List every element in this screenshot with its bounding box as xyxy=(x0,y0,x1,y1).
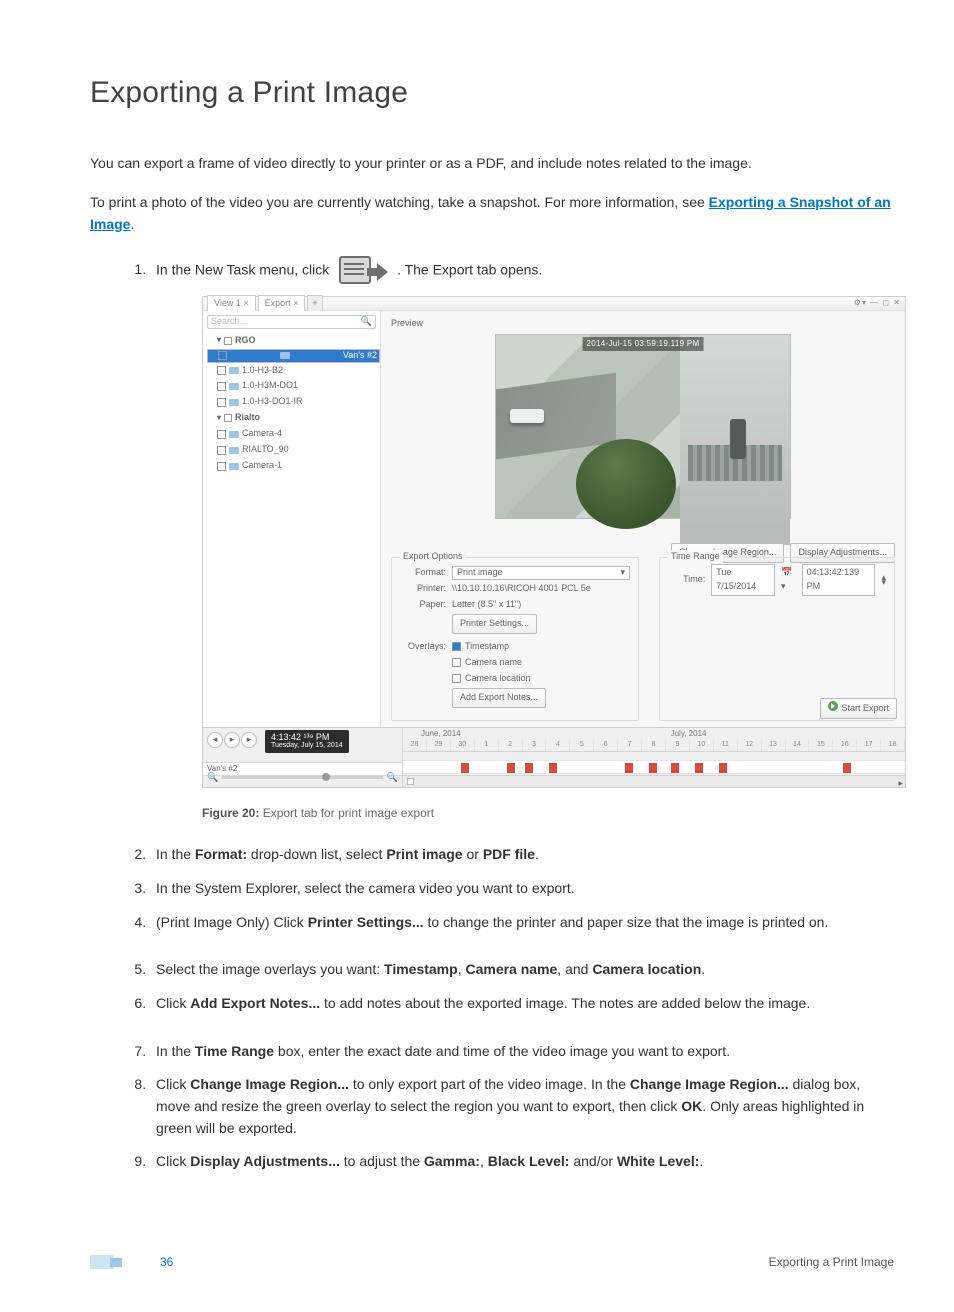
overlay-cameraloc-checkbox[interactable] xyxy=(452,674,461,683)
time-range-group: Time Range Time: Tue 7/15/2014 📅▾ 04:13:… xyxy=(659,557,895,721)
page-number: 36 xyxy=(160,1253,173,1272)
tab-view1[interactable]: View 1 × xyxy=(207,295,256,312)
step-3: In the System Explorer, select the camer… xyxy=(150,878,894,900)
time-stepper[interactable]: ▴▾ xyxy=(881,575,886,586)
timestamp-overlay: 2014-Jul-15 03:59:19.119 PM xyxy=(583,337,704,351)
video-preview: 2014-Jul-15 03:59:19.119 PM xyxy=(495,334,791,520)
camera-10h3mdo1[interactable]: 1.0-H3M-DO1 xyxy=(207,378,380,394)
paper-value: Letter (8.5" x 11") xyxy=(452,598,521,612)
export-options-group: Export Options Format: Print image▾ Prin… xyxy=(391,557,639,721)
calendar-icon[interactable]: 📅▾ xyxy=(781,566,796,594)
step-2: In the Format: drop-down list, select Pr… xyxy=(150,844,894,866)
step-7: In the Time Range box, enter the exact d… xyxy=(150,1041,894,1063)
chevron-down-icon: ▾ xyxy=(620,566,625,580)
playback-play-button[interactable]: ▸ xyxy=(224,732,240,748)
step-9: Click Display Adjustments... to adjust t… xyxy=(150,1151,894,1173)
playback-next-button[interactable]: ▸ xyxy=(241,732,257,748)
overlay-cameraname-checkbox[interactable] xyxy=(452,658,461,667)
figure-caption: Figure 20: Export tab for print image ex… xyxy=(202,804,894,823)
window-tab-bar: View 1 × Export × + ⚙▾ — ◻ ✕ xyxy=(203,297,905,311)
timeline-events-lane[interactable] xyxy=(403,760,905,774)
timeline-month-june: June, 2014 xyxy=(421,728,461,740)
start-export-button[interactable]: Start Export xyxy=(820,698,897,719)
preview-label: Preview xyxy=(391,317,895,331)
intro-paragraph-1: You can export a frame of video directly… xyxy=(90,153,894,175)
printer-settings-button[interactable]: Printer Settings... xyxy=(452,614,537,634)
add-export-notes-button[interactable]: Add Export Notes... xyxy=(452,688,546,708)
camera-10h3do1ir[interactable]: 1.0-H3-DO1-IR xyxy=(207,394,380,410)
zoom-out-icon: 🔍 xyxy=(207,771,218,785)
export-main-panel: Preview 2014-Jul-15 03:59:19.119 PM Chan… xyxy=(381,311,905,727)
timeline-scrollbar[interactable]: ▸ xyxy=(403,775,905,787)
step-4: (Print Image Only) Click Printer Setting… xyxy=(150,912,894,934)
timeline-month-july: July, 2014 xyxy=(671,728,707,740)
export-tab-screenshot: View 1 × Export × + ⚙▾ — ◻ ✕ Search…🔍 RG… xyxy=(202,296,906,788)
scroll-right-icon: ▸ xyxy=(898,777,903,791)
step-1: In the New Task menu, click . The Export… xyxy=(150,254,894,823)
time-date-field[interactable]: Tue 7/15/2014 xyxy=(711,564,775,596)
playback-prev-button[interactable]: ◂ xyxy=(207,732,223,748)
tab-export[interactable]: Export × xyxy=(258,295,306,312)
tab-add[interactable]: + xyxy=(307,295,322,312)
step-8: Click Change Image Region... to only exp… xyxy=(150,1074,894,1139)
camera-10h3b2[interactable]: 1.0-H3-B2 xyxy=(207,363,380,379)
export-task-icon xyxy=(337,254,389,288)
page-title: Exporting a Print Image xyxy=(90,70,894,117)
format-select[interactable]: Print image▾ xyxy=(452,566,630,580)
camera-vans2[interactable]: Van's #2 xyxy=(207,349,380,363)
procedure-steps: In the New Task menu, click . The Export… xyxy=(90,254,894,1173)
step-5: Select the image overlays you want: Time… xyxy=(150,959,894,981)
search-input[interactable]: Search…🔍 xyxy=(207,315,376,329)
system-explorer-sidebar: Search…🔍 RGO Van's #2 1.0-H3-B2 1.0-H3M-… xyxy=(203,311,381,727)
play-icon xyxy=(828,701,838,711)
page-footer: 36 Exporting a Print Image xyxy=(90,1253,894,1272)
timeline-current-time-chip: 4:13:42 ¹³⁹ PM Tuesday, July 15, 2014 xyxy=(265,730,349,753)
timeline: ◂ ▸ ▸ 4:13:42 ¹³⁹ PM Tuesday, July 15, 2… xyxy=(203,727,905,787)
zoom-in-icon: 🔍 xyxy=(387,771,398,785)
intro-paragraph-2: To print a photo of the video you are cu… xyxy=(90,192,894,235)
camera-tree: RGO Van's #2 1.0-H3-B2 1.0-H3M-DO1 1.0-H… xyxy=(203,333,380,475)
camera-camera4[interactable]: Camera-4 xyxy=(207,426,380,442)
footer-decoration xyxy=(90,1255,114,1269)
camera-camera1[interactable]: Camera-1 xyxy=(207,458,380,474)
site-rialto[interactable]: Rialto xyxy=(207,410,380,426)
step-6: Click Add Export Notes... to add notes a… xyxy=(150,993,894,1015)
window-controls[interactable]: ⚙▾ — ◻ ✕ xyxy=(854,297,901,309)
time-time-field[interactable]: 04:13:42:139 PM xyxy=(802,564,876,596)
footer-title: Exporting a Print Image xyxy=(769,1253,894,1272)
timeline-zoom-slider[interactable]: 🔍🔍 xyxy=(207,771,398,785)
camera-rialto90[interactable]: RIALTO_90 xyxy=(207,442,380,458)
overlay-timestamp-checkbox[interactable] xyxy=(452,642,461,651)
printer-value: \\10.10.10.16\RICOH 4001 PCL 5e xyxy=(452,582,591,596)
timeline-day-row[interactable]: 282930123456789101112131415161718 xyxy=(403,740,905,752)
site-rgo[interactable]: RGO xyxy=(207,333,380,349)
search-icon: 🔍 xyxy=(361,315,372,329)
